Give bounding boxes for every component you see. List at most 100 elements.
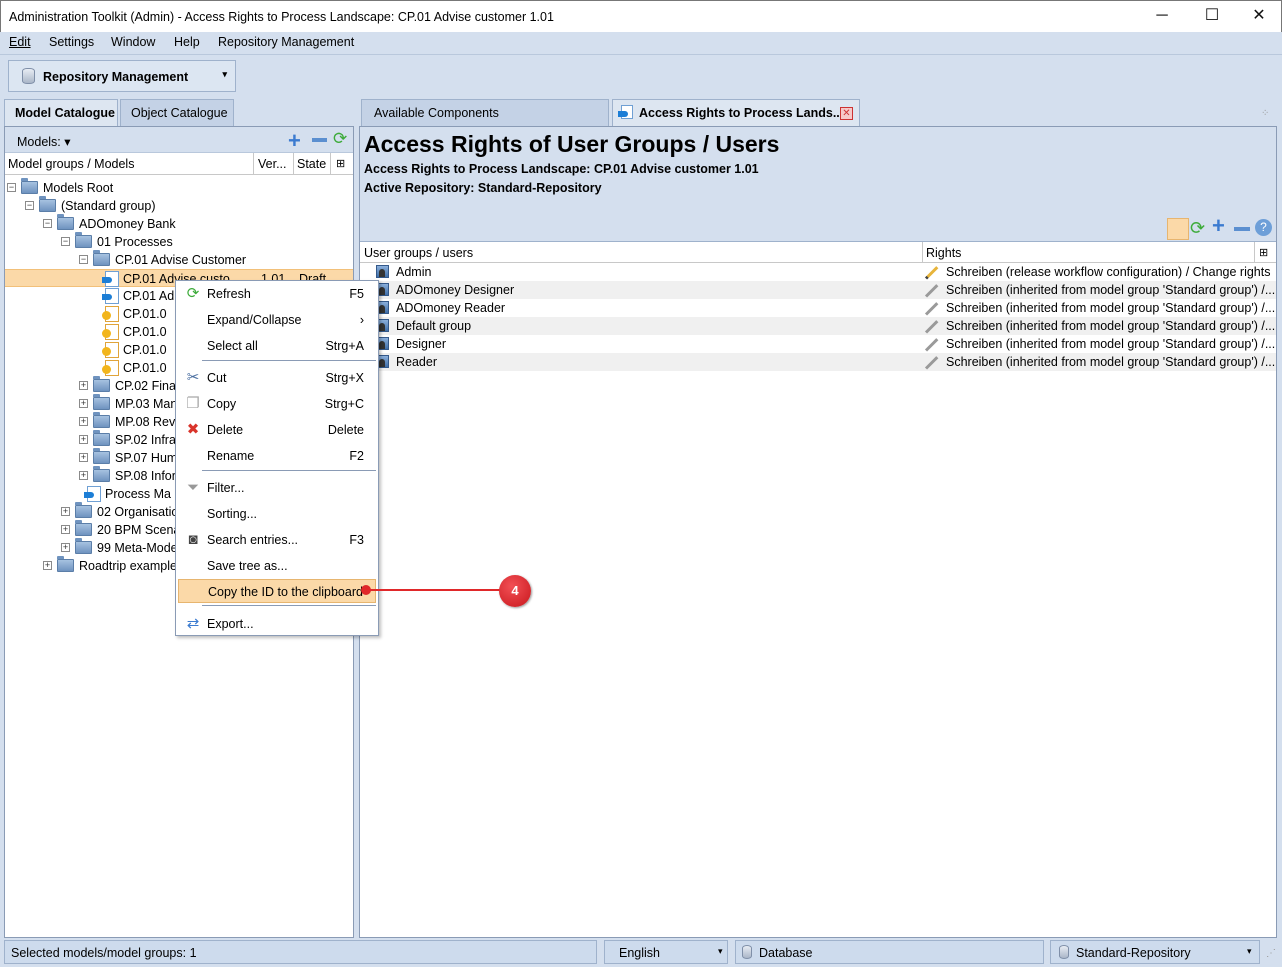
tab-object-catalogue[interactable]: Object Catalogue (120, 99, 234, 126)
menu-item-search-entries[interactable]: ◙ Search entries... F3 (178, 528, 376, 552)
model-icon (102, 271, 119, 287)
tab-access-rights[interactable]: Access Rights to Process Lands... ✕ (612, 99, 860, 126)
minimize-button[interactable]: ─ (1139, 5, 1185, 29)
expand-icon[interactable]: + (61, 543, 70, 552)
expand-icon[interactable]: + (79, 399, 88, 408)
tree-node[interactable]: − Models Root (5, 178, 353, 197)
folder-icon (93, 448, 110, 464)
menu-item-filter[interactable]: ⏷ Filter... (178, 476, 376, 500)
menu-item-copy[interactable]: ❐ Copy Strg+C (178, 392, 376, 416)
col-version[interactable]: Ver... (258, 157, 287, 171)
refresh-icon: ⟳ (186, 285, 200, 302)
tree-node-label: ADOmoney Bank (79, 217, 176, 231)
maximize-button[interactable]: ☐ (1189, 5, 1235, 29)
close-button[interactable]: ✕ (1236, 5, 1282, 29)
rights-table-header: User groups / users Rights ⊞ (360, 241, 1276, 263)
resize-grip-icon[interactable]: ⋰ (1266, 948, 1276, 959)
menu-settings[interactable]: Settings (49, 35, 94, 49)
expand-icon[interactable]: + (79, 435, 88, 444)
callout-badge: 4 (499, 575, 531, 607)
col-state[interactable]: State (297, 157, 326, 171)
collapse-icon[interactable]: − (43, 219, 52, 228)
tab-available-components[interactable]: Available Components (361, 99, 609, 126)
chevron-down-icon: ▾ (1247, 946, 1252, 956)
expand-icon[interactable]: + (79, 417, 88, 426)
tree-node-label: Process Ma (105, 487, 171, 501)
folder-icon (75, 538, 92, 554)
collapse-icon[interactable]: − (25, 201, 34, 210)
expand-icon[interactable]: + (43, 561, 52, 570)
models-dropdown[interactable]: Models: ▾ (17, 134, 71, 149)
close-tab-icon[interactable]: ✕ (840, 107, 853, 120)
tree-node[interactable]: − ADOmoney Bank (5, 214, 353, 233)
tree-node-label: 20 BPM Scena (97, 523, 181, 537)
menu-item-rename[interactable]: Rename F2 (178, 444, 376, 468)
expand-icon[interactable]: + (79, 453, 88, 462)
refresh-icon[interactable]: ⟳ (1190, 219, 1205, 237)
menu-item-copy-the-id-to-the-clipboard[interactable]: Copy the ID to the clipboard (178, 579, 376, 603)
menu-item-save-tree-as[interactable]: Save tree as... (178, 554, 376, 578)
user-group-name: Admin (396, 265, 432, 279)
user-group-name: ADOmoney Reader (396, 301, 506, 315)
layout-grid-icon[interactable]: ⁘ (1261, 108, 1269, 119)
tree-node[interactable]: − 01 Processes (5, 232, 353, 251)
menu-item-sorting[interactable]: Sorting... (178, 502, 376, 526)
folder-icon (93, 466, 110, 482)
table-row[interactable]: Designer Schreiben (inherited from model … (360, 335, 1276, 353)
menu-item-delete[interactable]: ✖ Delete Delete (178, 418, 376, 442)
tree-node-label: 01 Processes (97, 235, 173, 249)
table-row[interactable]: Admin Schreiben (release workflow configu… (360, 263, 1276, 281)
table-row[interactable]: Reader Schreiben (inherited from model gr… (360, 353, 1276, 371)
col-model-groups[interactable]: Model groups / Models (8, 157, 134, 171)
tree-node[interactable]: − CP.01 Advise Customer (5, 250, 353, 269)
expand-icon[interactable]: + (79, 381, 88, 390)
add-icon[interactable]: + (288, 128, 301, 154)
menu-item-expand-collapse[interactable]: Expand/Collapse › (178, 308, 376, 332)
expand-icon[interactable]: + (79, 471, 88, 480)
table-row[interactable]: ADOmoney Reader Schreiben (inherited from… (360, 299, 1276, 317)
status-bar: Selected models/model groups: 1 English … (0, 940, 1282, 967)
menu-bar: Edit Settings Window Help Repository Man… (0, 32, 1282, 54)
model-icon (102, 360, 119, 376)
rights-value: Schreiben (inherited from model group 'S… (946, 283, 1276, 297)
tree-node-label: MP.03 Mana (115, 397, 185, 411)
menu-item-shortcut: F2 (349, 449, 364, 463)
menu-edit[interactable]: Edit (9, 35, 31, 49)
tree-node-label: CP.01.0 (123, 361, 167, 375)
expand-icon[interactable]: + (61, 525, 70, 534)
rights-value: Schreiben (release workflow configuratio… (946, 265, 1271, 279)
menu-item-export[interactable]: ⇄ Export... (178, 612, 376, 636)
user-rights-icon[interactable] (1167, 218, 1189, 240)
col-rights[interactable]: Rights (926, 246, 961, 260)
tree-node-label: SP.08 Inforr (115, 469, 181, 483)
model-icon (84, 486, 101, 502)
expand-icon[interactable]: + (61, 507, 70, 516)
table-row[interactable]: ADOmoney Designer Schreiben (inherited fr… (360, 281, 1276, 299)
language-select[interactable]: English ▾ (604, 940, 728, 964)
column-chooser-icon[interactable]: ⊞ (1259, 246, 1268, 259)
menu-window[interactable]: Window (111, 35, 155, 49)
database-icon (1059, 945, 1069, 959)
tab-model-catalogue[interactable]: Model Catalogue (4, 99, 118, 127)
repository-select[interactable]: Standard-Repository ▾ (1050, 940, 1260, 964)
menu-help[interactable]: Help (174, 35, 200, 49)
menu-item-select-all[interactable]: Select all Strg+A (178, 334, 376, 358)
remove-icon[interactable] (1234, 227, 1250, 231)
help-icon[interactable]: ? (1255, 219, 1272, 236)
col-user-groups[interactable]: User groups / users (364, 246, 473, 260)
menu-item-cut[interactable]: ✂ Cut Strg+X (178, 366, 376, 390)
collapse-icon[interactable]: − (7, 183, 16, 192)
add-icon[interactable]: + (1212, 215, 1225, 237)
refresh-icon[interactable]: ⟳ (333, 129, 347, 149)
tree-node[interactable]: − (Standard group) (5, 196, 353, 215)
table-row[interactable]: Default group Schreiben (inherited from m… (360, 317, 1276, 335)
component-selector[interactable]: Repository Management ▾ (8, 60, 236, 92)
copy-icon: ❐ (186, 395, 200, 412)
pencil-icon (924, 338, 939, 352)
collapse-icon[interactable]: − (79, 255, 88, 264)
menu-item-refresh[interactable]: ⟳ Refresh F5 (178, 282, 376, 306)
menu-repository-management[interactable]: Repository Management (218, 35, 354, 49)
collapse-icon[interactable]: − (61, 237, 70, 246)
remove-icon[interactable] (312, 138, 327, 142)
column-chooser-icon[interactable]: ⊞ (336, 157, 345, 170)
